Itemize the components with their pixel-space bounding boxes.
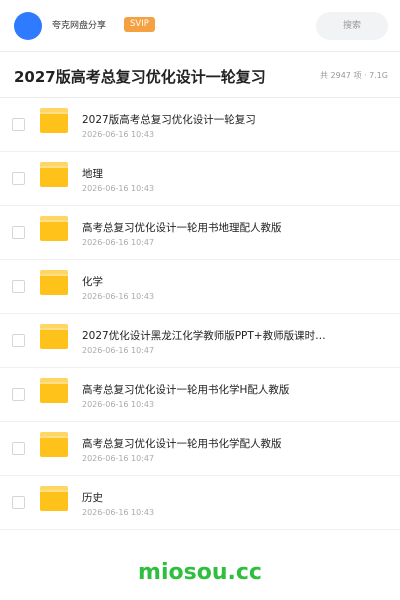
item-date: 2026-06-16 10:43 [82, 130, 155, 139]
top-bar: 夸克网盘分享 SVIP 搜索 [0, 0, 400, 52]
item-date: 2026-06-16 10:43 [82, 400, 155, 409]
folder-icon [40, 378, 68, 403]
folder-icon [40, 216, 68, 241]
list-item[interactable]: 化学 2026-06-16 10:43 [0, 260, 400, 314]
list-item[interactable]: 高考总复习优化设计一轮用书化学H配人教版 2026-06-16 10:43 [0, 368, 400, 422]
item-date: 2026-06-16 10:47 [82, 238, 155, 247]
item-name: 历史 [82, 492, 103, 504]
avatar[interactable] [14, 12, 42, 40]
folder-header: 2027版高考总复习优化设计一轮复习 共 2947 项 · 7.1G [0, 52, 400, 98]
checkbox[interactable] [12, 280, 25, 293]
list-item[interactable]: 地理 2026-06-16 10:43 [0, 152, 400, 206]
item-date: 2026-06-16 10:43 [82, 184, 155, 193]
search-input[interactable]: 搜索 [316, 12, 388, 40]
item-name: 高考总复习优化设计一轮用书地理配人教版 [82, 222, 282, 234]
list-item[interactable]: 高考总复习优化设计一轮用书地理配人教版 2026-06-16 10:47 [0, 206, 400, 260]
item-date: 2026-06-16 10:47 [82, 454, 155, 463]
list-item[interactable]: 高考总复习优化设计一轮用书化学配人教版 2026-06-16 10:47 [0, 422, 400, 476]
checkbox[interactable] [12, 334, 25, 347]
checkbox[interactable] [12, 226, 25, 239]
item-date: 2026-06-16 10:43 [82, 508, 155, 517]
checkbox[interactable] [12, 496, 25, 509]
folder-icon [40, 270, 68, 295]
list-item[interactable]: 2027版高考总复习优化设计一轮复习 2026-06-16 10:43 [0, 98, 400, 152]
checkbox[interactable] [12, 172, 25, 185]
item-name: 2027版高考总复习优化设计一轮复习 [82, 114, 256, 126]
watermark-logo: miosou.cc [138, 560, 262, 585]
list-item[interactable]: 历史 2026-06-16 10:43 [0, 476, 400, 530]
page-title: 2027版高考总复习优化设计一轮复习 [14, 68, 266, 86]
item-date: 2026-06-16 10:43 [82, 292, 155, 301]
folder-icon [40, 108, 68, 133]
checkbox[interactable] [12, 388, 25, 401]
svip-badge: SVIP [124, 17, 155, 32]
list-item[interactable]: 2027优化设计黑龙江化学教师版PPT+教师版课时… 2026-06-16 10… [0, 314, 400, 368]
checkbox[interactable] [12, 442, 25, 455]
item-date: 2026-06-16 10:47 [82, 346, 155, 355]
item-name: 高考总复习优化设计一轮用书化学H配人教版 [82, 384, 290, 396]
username: 夸克网盘分享 [52, 21, 107, 31]
file-list: 2027版高考总复习优化设计一轮复习 2026-06-16 10:43 地理 2… [0, 98, 400, 530]
folder-icon [40, 486, 68, 511]
item-name: 地理 [82, 168, 103, 180]
folder-meta: 共 2947 项 · 7.1G [320, 71, 388, 80]
item-name: 2027优化设计黑龙江化学教师版PPT+教师版课时… [82, 330, 326, 342]
item-name: 化学 [82, 276, 103, 288]
folder-icon [40, 162, 68, 187]
item-name: 高考总复习优化设计一轮用书化学配人教版 [82, 438, 282, 450]
checkbox[interactable] [12, 118, 25, 131]
folder-icon [40, 324, 68, 349]
folder-icon [40, 432, 68, 457]
